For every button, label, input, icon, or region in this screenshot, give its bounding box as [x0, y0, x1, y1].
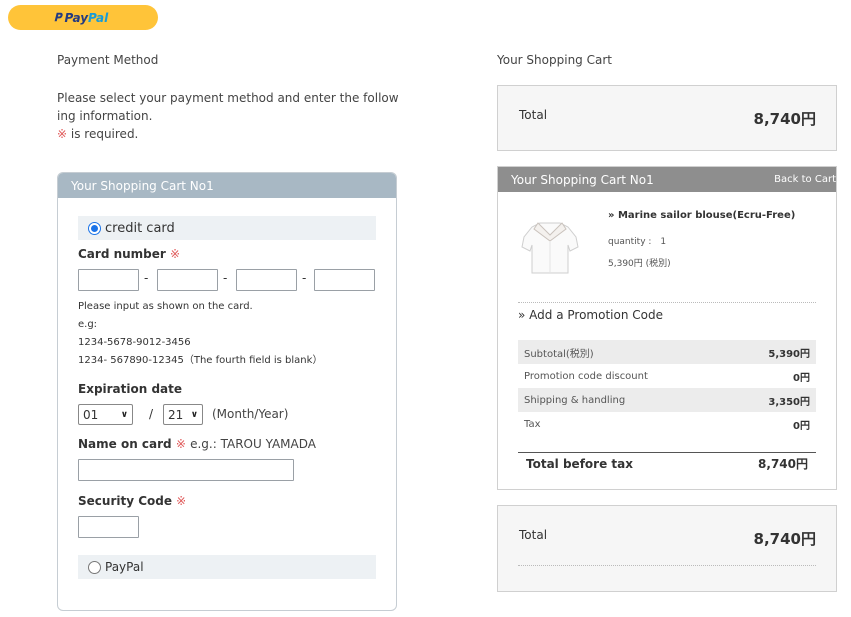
summary-value: 0円: [793, 372, 810, 384]
security-code-input[interactable]: [78, 516, 139, 538]
summary-label: Subtotal(税別): [524, 348, 594, 360]
chevron-down-icon: ∨: [120, 409, 128, 420]
summary-value: 0円: [793, 420, 810, 432]
card-number-text: Card number: [78, 247, 166, 261]
add-promo-code-link[interactable]: » Add a Promotion Code: [518, 308, 663, 322]
divider: [518, 302, 816, 303]
cart-panel: Your Shopping Cart No1 Back to Cart » Ma…: [497, 166, 837, 490]
divider: [518, 565, 816, 566]
security-label-text: Security Code: [78, 494, 172, 508]
paypal-logo-part1: Pay: [64, 10, 89, 25]
card-dash: -: [144, 271, 149, 285]
total-value: 8,740円: [753, 110, 816, 128]
payment-method-instructions: Please select your payment method and en…: [57, 89, 399, 143]
summary-row-shipping: Shipping & handling 3,350円: [518, 388, 816, 412]
card-number-note: Please input as shown on the card. e.g: …: [78, 298, 322, 370]
security-code-label: Security Code ※: [78, 494, 186, 508]
card-number-field-1[interactable]: [78, 269, 139, 291]
total-box-top: Total 8,740円: [497, 85, 837, 151]
summary-label: Shipping & handling: [524, 394, 626, 406]
paypal-checkout-button[interactable]: 𝐏 Pay Pal: [8, 5, 158, 30]
paypal-logo-part2: Pal: [88, 10, 109, 25]
expiration-month-select[interactable]: 01 ∨: [78, 404, 133, 425]
paypal-logo-icon: 𝐏: [54, 10, 62, 24]
year-value: 21: [168, 407, 184, 422]
date-separator: /: [149, 407, 154, 421]
summary-row-subtotal: Subtotal(税別) 5,390円: [518, 340, 816, 364]
product-image[interactable]: [520, 217, 580, 279]
required-mark: ※: [57, 127, 68, 141]
chevron-down-icon: ∨: [190, 409, 198, 420]
paypal-option[interactable]: PayPal: [78, 555, 376, 579]
payment-form-panel: Your Shopping Cart No1 credit card Card …: [57, 172, 397, 611]
summary-row-discount: Promotion code discount 0円: [518, 364, 816, 388]
card-dash: -: [302, 271, 307, 285]
total-label: Total: [519, 528, 548, 542]
summary-label: Promotion code discount: [524, 370, 648, 382]
required-mark: ※: [170, 247, 181, 261]
summary-row-tax: Tax 0円: [518, 412, 816, 436]
note-line: Please input as shown on the card.: [78, 301, 253, 312]
item-name[interactable]: » Marine sailor blouse(Ecru-Free): [608, 210, 795, 221]
before-tax-value: 8,740円: [758, 457, 808, 471]
cart-header: Your Shopping Cart No1 Back to Cart: [498, 167, 836, 192]
month-value: 01: [83, 407, 99, 422]
name-on-card-input[interactable]: [78, 459, 294, 481]
paypal-radio[interactable]: [88, 560, 101, 574]
back-to-cart-link[interactable]: Back to Cart: [774, 174, 836, 185]
summary-value: 3,350円: [768, 396, 810, 408]
required-mark: ※: [175, 437, 186, 451]
name-example: e.g.: TAROU YAMADA: [190, 437, 316, 451]
card-number-field-2[interactable]: [157, 269, 218, 291]
instructions-text: Please select your payment method and en…: [57, 91, 399, 123]
paypal-option-label: PayPal: [105, 560, 144, 574]
item-quantity: quantity : 1: [608, 237, 667, 247]
summary-label: Tax: [524, 418, 541, 430]
total-label: Total: [519, 108, 548, 122]
credit-card-radio[interactable]: [88, 221, 101, 235]
card-number-field-3[interactable]: [236, 269, 297, 291]
name-label-text: Name on card: [78, 437, 172, 451]
note-line: 1234- 567890-12345（The fourth field is b…: [78, 355, 323, 366]
total-box-bottom: Total 8,740円: [497, 505, 837, 592]
name-on-card-label: Name on card ※ e.g.: TAROU YAMADA: [78, 437, 316, 451]
total-before-tax-row: Total before tax 8,740円: [518, 452, 816, 474]
expiration-year-select[interactable]: 21 ∨: [163, 404, 203, 425]
panel-header: Your Shopping Cart No1: [58, 173, 396, 198]
item-price: 5,390円 (税別): [608, 259, 671, 269]
payment-method-title: Payment Method: [57, 53, 159, 67]
before-tax-label: Total before tax: [526, 456, 633, 471]
expiration-label: Expiration date: [78, 382, 183, 396]
note-line: e.g:: [78, 319, 98, 330]
note-line: 1234-5678-9012-3456: [78, 337, 191, 348]
required-mark: ※: [176, 494, 187, 508]
shopping-cart-title: Your Shopping Cart: [497, 53, 612, 67]
card-number-label: Card number ※: [78, 247, 180, 261]
required-text: is required.: [67, 127, 139, 141]
card-dash: -: [223, 271, 228, 285]
total-value: 8,740円: [753, 530, 816, 548]
credit-card-label: credit card: [105, 220, 175, 236]
summary-value: 5,390円: [768, 348, 810, 360]
credit-card-option[interactable]: credit card: [78, 216, 376, 240]
month-year-hint: (Month/Year): [212, 407, 289, 421]
cart-header-title: Your Shopping Cart No1: [511, 172, 654, 187]
card-number-field-4[interactable]: [314, 269, 375, 291]
